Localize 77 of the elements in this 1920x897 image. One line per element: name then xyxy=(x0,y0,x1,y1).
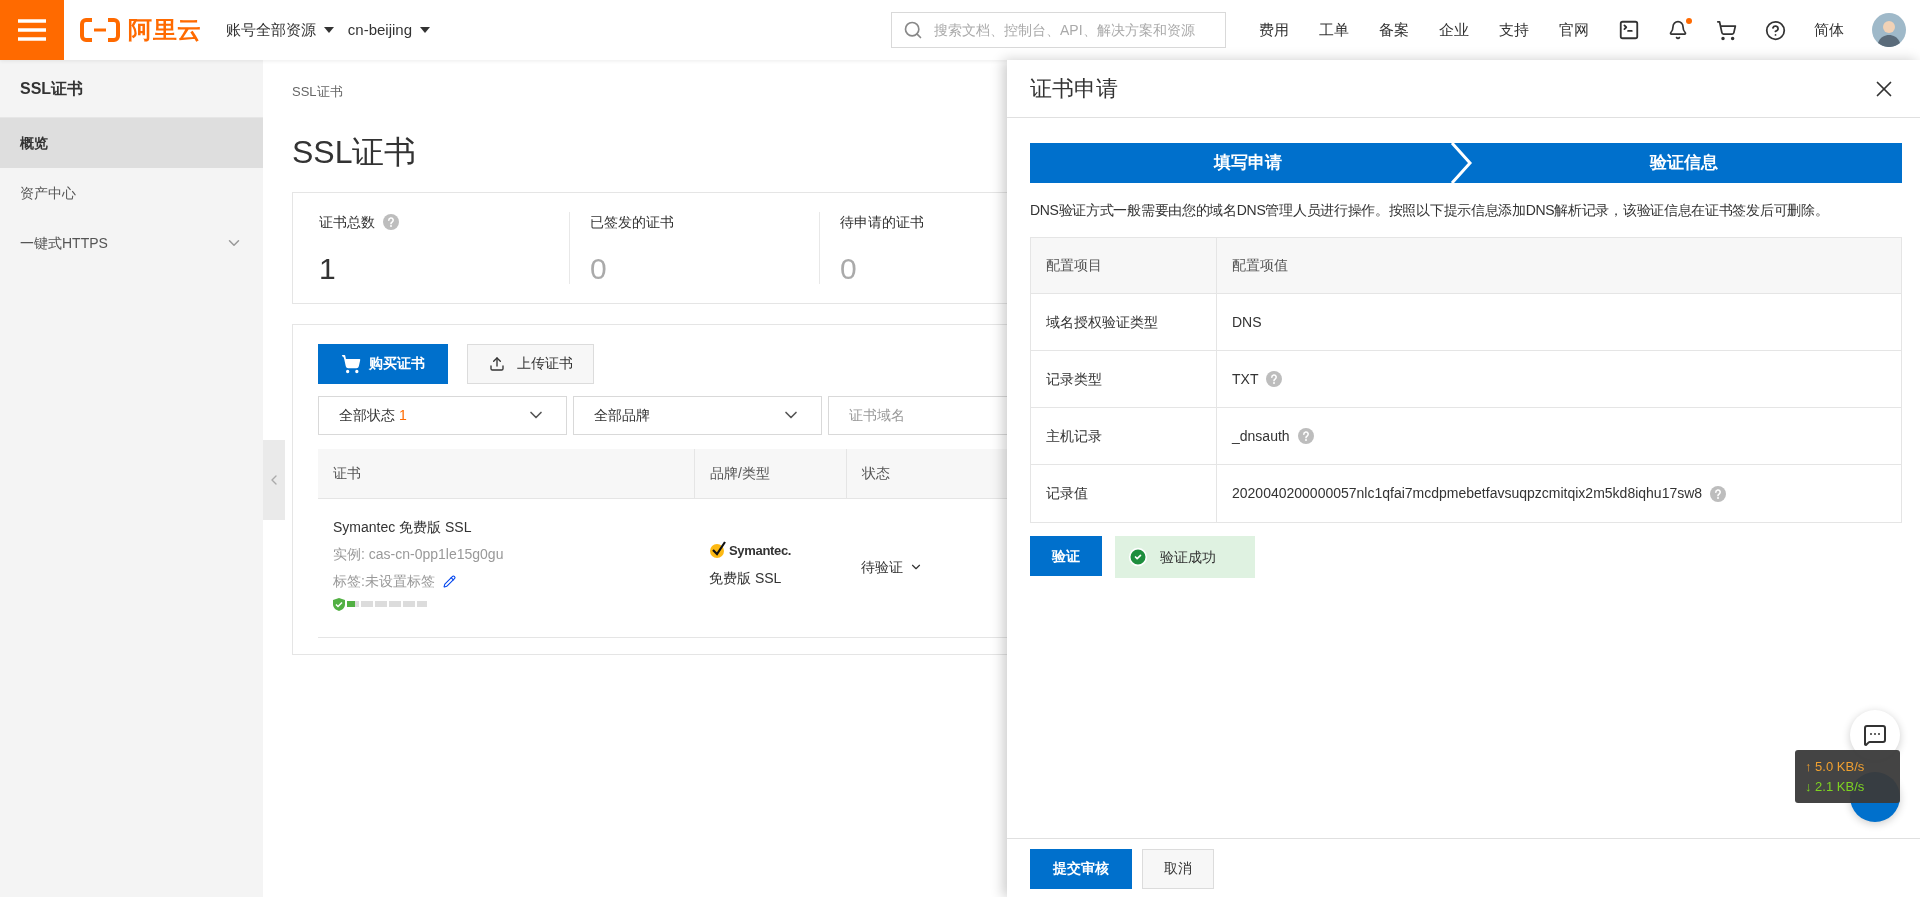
config-value: TXT xyxy=(1232,369,1259,389)
download-speed: ↓ 2.1 KB/s xyxy=(1805,777,1866,796)
menu-icon xyxy=(18,19,46,41)
config-item: 域名授权验证类型 xyxy=(1046,312,1158,332)
stat-value: 0 xyxy=(840,253,857,284)
check-circle-icon xyxy=(1128,547,1148,567)
help-icon xyxy=(383,214,399,230)
help-icon xyxy=(1710,485,1727,502)
stat-value: 1 xyxy=(319,253,336,284)
logo-text: 阿里云 xyxy=(128,15,202,45)
terminal-icon xyxy=(1618,19,1640,41)
brand-logo: Symantec. xyxy=(729,541,792,560)
drawer-title: 证书申请 xyxy=(1030,75,1118,103)
nav-link[interactable]: 费用 xyxy=(1244,18,1304,42)
search-icon xyxy=(903,20,923,40)
status-dropdown[interactable]: 待验证 xyxy=(861,556,923,578)
breadcrumb: SSL证书 xyxy=(292,84,343,99)
sidebar-item[interactable]: 资产中心 xyxy=(0,168,263,218)
config-item: 记录类型 xyxy=(1046,369,1102,389)
buy-button[interactable]: 购买证书 xyxy=(318,343,448,384)
config-value: DNS xyxy=(1232,312,1262,332)
sidebar-title: SSL证书 xyxy=(20,78,84,99)
description: DNS验证方式一般需要由您的域名DNS管理人员进行操作。按照以下提示信息添加DNS解析记录，该验证信息在证书签发后可删除。 xyxy=(1030,201,1830,220)
nav-link[interactable]: 支持 xyxy=(1484,18,1544,42)
stat-value: 0 xyxy=(590,253,607,284)
step: 填写申请 xyxy=(1030,143,1466,183)
help-icon xyxy=(1297,428,1314,444)
submit-button[interactable]: 提交审核 xyxy=(1030,848,1132,889)
help-icon xyxy=(1266,371,1283,387)
region-menu[interactable]: cn-beijing xyxy=(347,18,431,42)
upload-button[interactable]: 上传证书 xyxy=(467,343,594,384)
nav-link[interactable]: 官网 xyxy=(1544,18,1604,42)
chat-icon xyxy=(1863,723,1887,747)
logo-icon xyxy=(80,18,120,42)
column-header: 配置项值 xyxy=(1231,256,1289,275)
column-header: 配置项目 xyxy=(1031,238,1217,293)
pencil-icon xyxy=(442,574,456,588)
upload-icon xyxy=(488,355,505,372)
cart-icon xyxy=(341,353,361,374)
shield-check-icon xyxy=(333,597,345,611)
cart-icon xyxy=(1716,19,1737,41)
stat-label: 证书总数 xyxy=(319,212,375,232)
bell-icon xyxy=(1668,20,1688,40)
nav-link[interactable]: 企业 xyxy=(1424,18,1484,42)
cancel-button[interactable]: 取消 xyxy=(1142,848,1214,889)
verify-result: 验证成功 xyxy=(1115,536,1255,578)
check-mark-icon xyxy=(709,541,727,560)
certificate-name: Symantec 免费版 SSL xyxy=(333,517,473,537)
caret-icon xyxy=(323,27,334,33)
nav-link[interactable]: 工单 xyxy=(1304,18,1364,42)
nav-link[interactable]: 备案 xyxy=(1364,18,1424,42)
step-divider-icon xyxy=(1450,143,1474,183)
search-field[interactable]: 搜索文档、控制台、API、解决方案和资源 xyxy=(891,12,1226,48)
config-value: _dnsauth xyxy=(1232,426,1290,446)
verify-button[interactable]: 验证 xyxy=(1030,536,1102,576)
instance-id: 实例: cas-cn-0pp1le15g0gu xyxy=(333,544,505,564)
certificate-type: 免费版 SSL xyxy=(709,569,783,588)
caret-icon xyxy=(420,27,431,33)
stat-label: 待申请的证书 xyxy=(840,212,924,232)
config-item: 主机记录 xyxy=(1046,426,1102,446)
sidebar-item[interactable]: 一键式HTTPS xyxy=(0,218,263,268)
language-button[interactable]: 简体 xyxy=(1800,18,1858,42)
edit-tag-button[interactable] xyxy=(442,574,456,588)
page-title: SSL证书 xyxy=(292,133,417,170)
step: 验证信息 xyxy=(1466,143,1902,183)
sidebar-item[interactable]: 概览 xyxy=(0,118,263,168)
filter-select[interactable]: 全部品牌 xyxy=(573,395,822,435)
filter-select[interactable]: 全部状态 1 xyxy=(318,395,567,435)
stat-label: 已签发的证书 xyxy=(590,212,674,232)
column-header: 品牌/类型 xyxy=(694,448,846,498)
upload-speed: ↑ 5.0 KB/s xyxy=(1805,757,1866,776)
menu-button[interactable] xyxy=(0,0,64,60)
tag-text: 标签:未设置标签 xyxy=(333,571,435,591)
account-menu[interactable]: 账号全部资源 xyxy=(225,18,334,42)
avatar[interactable] xyxy=(1872,13,1906,47)
help-icon xyxy=(1765,19,1786,41)
column-header: 证书 xyxy=(332,463,362,483)
